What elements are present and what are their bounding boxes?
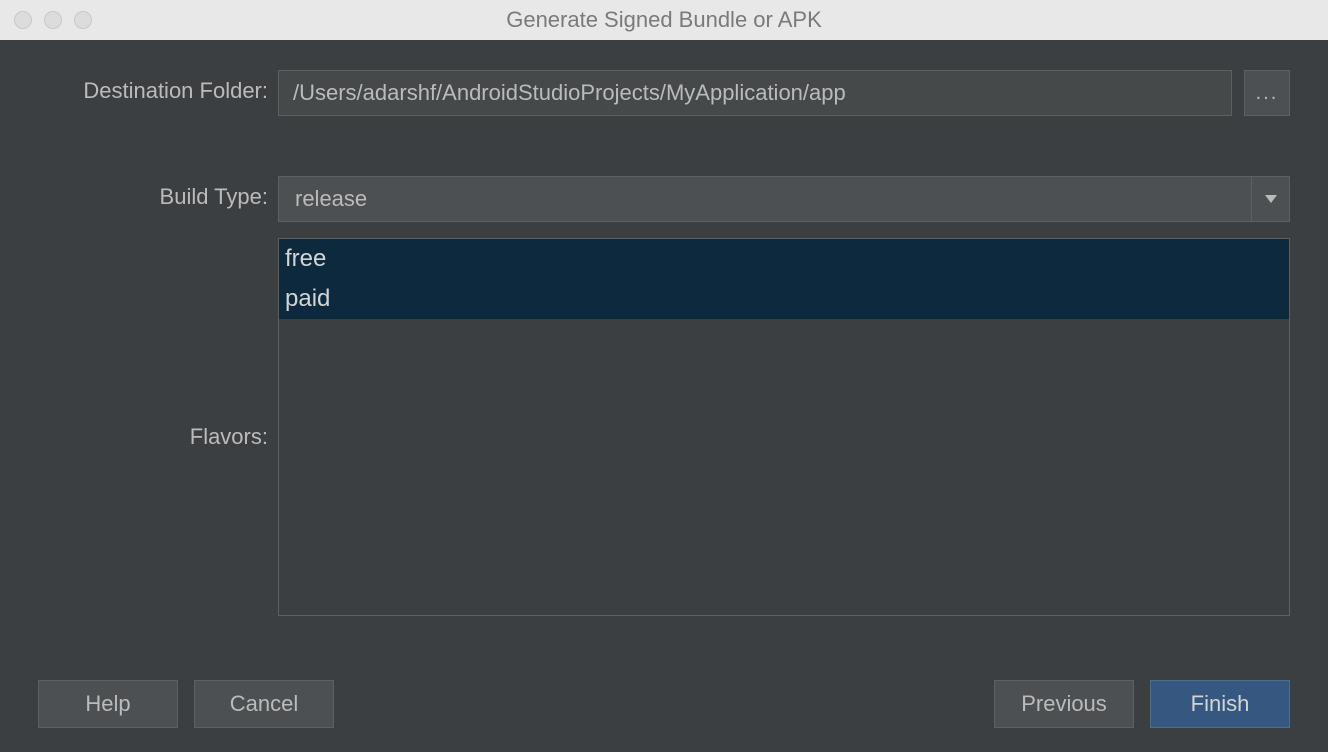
button-bar: Help Cancel Previous Finish [38,672,1290,728]
build-type-value: release [279,186,1251,212]
build-type-row: Build Type: release [38,176,1290,222]
build-type-label: Build Type: [160,184,268,209]
destination-row: Destination Folder: ... [38,70,1290,116]
dialog-content: Destination Folder: ... Build Type: rele… [0,40,1328,752]
titlebar: Generate Signed Bundle or APK [0,0,1328,40]
flavor-item-free[interactable]: free [279,239,1289,279]
flavor-item-paid[interactable]: paid [279,279,1289,319]
minimize-window-icon[interactable] [44,11,62,29]
previous-button[interactable]: Previous [994,680,1134,728]
finish-button[interactable]: Finish [1150,680,1290,728]
window-title: Generate Signed Bundle or APK [0,7,1328,33]
flavors-list[interactable]: freepaid [278,238,1290,616]
destination-label: Destination Folder: [83,78,268,103]
help-button[interactable]: Help [38,680,178,728]
browse-button[interactable]: ... [1244,70,1290,116]
cancel-button[interactable]: Cancel [194,680,334,728]
flavors-row: Flavors: freepaid [38,238,1290,642]
build-type-dropdown[interactable]: release [278,176,1290,222]
close-window-icon[interactable] [14,11,32,29]
flavors-label: Flavors: [190,424,268,449]
chevron-down-icon [1251,177,1289,221]
maximize-window-icon[interactable] [74,11,92,29]
traffic-lights [14,11,92,29]
destination-folder-input[interactable] [278,70,1232,116]
